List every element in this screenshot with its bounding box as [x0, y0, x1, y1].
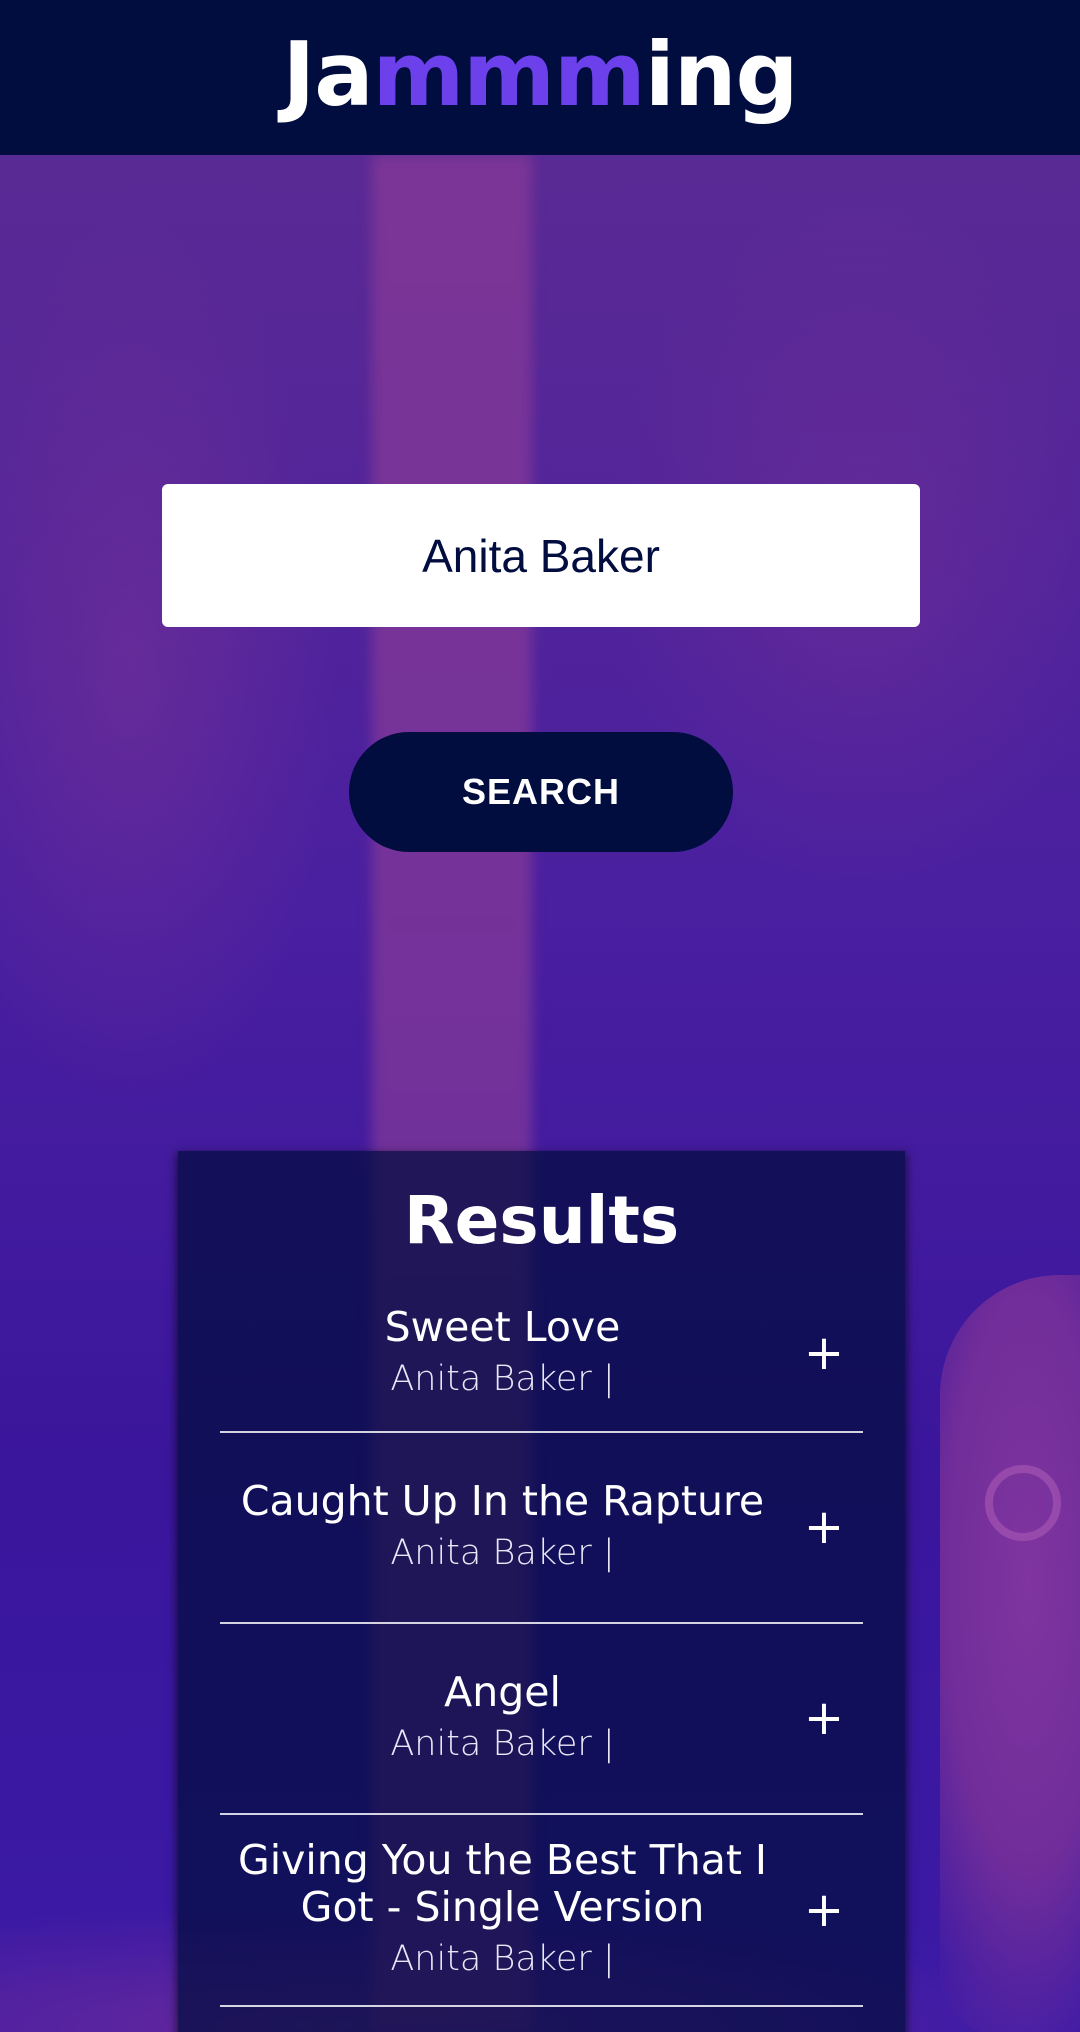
- track-artist: Anita Baker |: [390, 1358, 615, 1399]
- track-row: Angel Anita Baker | +: [220, 1624, 863, 1815]
- track-info: Giving You the Best That I Got - Single …: [220, 1835, 785, 1983]
- track-row: Giving You the Best That I Got - Single …: [220, 1815, 863, 2007]
- background-figure: [940, 1275, 1080, 2032]
- track-name: Giving You the Best That I Got - Single …: [237, 1835, 768, 1931]
- background-figure-detail: [985, 1465, 1061, 1541]
- background-blot: [0, 215, 340, 1115]
- app-header: Jammming: [0, 0, 1080, 155]
- track-row: Sweet Love Anita Baker | +: [220, 1276, 863, 1433]
- search-input[interactable]: [162, 484, 920, 627]
- add-track-button[interactable]: +: [785, 1325, 863, 1381]
- search-button[interactable]: SEARCH: [349, 732, 733, 852]
- add-track-button[interactable]: +: [785, 1882, 863, 1938]
- add-track-button[interactable]: +: [785, 1499, 863, 1555]
- logo-accent: mmm: [372, 23, 646, 126]
- track-name: Angel: [444, 1667, 561, 1716]
- track-artist: Anita Baker |: [390, 1532, 615, 1573]
- logo-suffix: ing: [644, 23, 799, 126]
- add-track-button[interactable]: +: [785, 1690, 863, 1746]
- track-row: Caught Up In the Rapture Anita Baker | +: [220, 1433, 863, 1624]
- track-list: Sweet Love Anita Baker | + Caught Up In …: [220, 1276, 863, 2007]
- track-name: Caught Up In the Rapture: [240, 1476, 765, 1525]
- results-title: Results: [403, 1182, 680, 1259]
- logo-prefix: Ja: [282, 23, 373, 126]
- app-logo: Jammming: [282, 23, 799, 126]
- track-info: Angel Anita Baker |: [220, 1667, 785, 1768]
- track-info: Sweet Love Anita Baker |: [220, 1302, 785, 1403]
- results-panel: Results Sweet Love Anita Baker | + Caugh…: [178, 1151, 905, 2032]
- track-artist: Anita Baker |: [390, 1938, 615, 1979]
- track-info: Caught Up In the Rapture Anita Baker |: [220, 1476, 785, 1577]
- track-name: Sweet Love: [384, 1302, 621, 1351]
- track-artist: Anita Baker |: [390, 1723, 615, 1764]
